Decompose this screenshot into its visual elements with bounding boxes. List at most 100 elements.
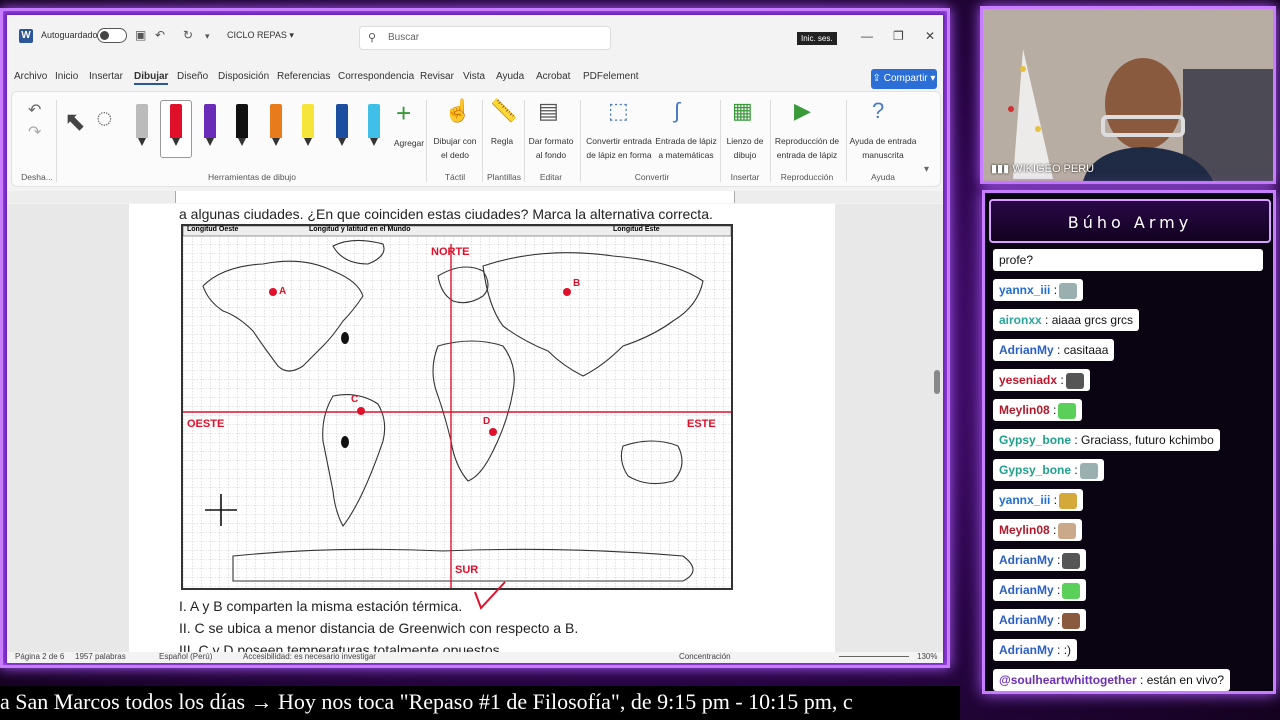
ink-to-shape-icon[interactable]: ⬚	[608, 98, 629, 124]
save-icon[interactable]: ▣	[135, 28, 146, 42]
yellow-highlighter-icon[interactable]	[302, 104, 314, 146]
menu-ayuda[interactable]: Ayuda	[496, 71, 524, 82]
ink-replay-label[interactable]: Reproducción de entrada de lápiz	[772, 134, 842, 162]
document-page[interactable]: a algunas ciudades. ¿En que coinciden es…	[129, 204, 835, 652]
chat-username[interactable]: AdrianMy	[999, 343, 1054, 357]
chat-username[interactable]: yannx_iii	[999, 283, 1050, 297]
search-input[interactable]: ⚲ Buscar	[359, 26, 611, 50]
lasso-select-icon[interactable]: ◌	[96, 102, 113, 134]
ribbon-separator	[580, 100, 581, 182]
chat-username[interactable]: yeseniadx	[999, 373, 1057, 387]
handwriting-help-label[interactable]: Ayuda de entrada manuscrita	[848, 134, 918, 162]
horizontal-ruler[interactable]	[7, 191, 943, 203]
customize-chevron-icon[interactable]: ▾	[205, 31, 210, 42]
answer-option-3: III. C y D poseen temperaturas totalment…	[179, 642, 504, 652]
sign-in-button[interactable]: Inic. ses.	[797, 32, 837, 45]
chat-message: Gypsy_bone : Graciass, futuro kchimbo	[993, 429, 1220, 451]
drawing-canvas-label[interactable]: Lienzo de dibujo	[722, 134, 768, 162]
menu-inicio[interactable]: Inicio	[55, 71, 78, 82]
chat-username[interactable]: @soulheartwhittogether	[999, 673, 1137, 687]
menu-pdfelement[interactable]: PDFelement	[583, 71, 639, 82]
ink-to-shape-label[interactable]: Convertir entrada de lápiz en forma	[584, 134, 654, 162]
chat-username[interactable]: AdrianMy	[999, 643, 1054, 657]
chat-text: :	[1049, 403, 1057, 417]
chat-message: AdrianMy :	[993, 549, 1087, 571]
menu-referencias[interactable]: Referencias	[277, 71, 330, 82]
blue-pen-icon[interactable]	[336, 104, 348, 146]
chat-username[interactable]: AdrianMy	[999, 553, 1054, 567]
zoom-slider[interactable]	[839, 656, 909, 657]
ruler-icon[interactable]: 📏	[490, 98, 517, 124]
chat-username[interactable]: Gypsy_bone	[999, 463, 1071, 477]
close-icon[interactable]: ✕	[925, 29, 935, 43]
chat-username[interactable]: Gypsy_bone	[999, 433, 1071, 447]
chat-username[interactable]: yannx_iii	[999, 493, 1050, 507]
ribbon-undo-icon[interactable]: ↶	[28, 100, 41, 120]
page-count[interactable]: Página 2 de 6	[15, 652, 64, 661]
accessibility-status[interactable]: Accesibilidad: es necesario investigar	[243, 652, 376, 661]
scrollbar-thumb[interactable]	[934, 370, 940, 394]
purple-pen-icon[interactable]	[204, 104, 216, 146]
menu-revisar[interactable]: Revisar	[420, 71, 454, 82]
language-status[interactable]: Español (Perú)	[159, 652, 212, 661]
chat-username[interactable]: aironxx	[999, 313, 1042, 327]
draw-with-finger-label[interactable]: Dibujar con el dedo	[430, 134, 480, 162]
ribbon-separator	[720, 100, 721, 182]
ink-to-math-icon[interactable]: ∫	[674, 98, 680, 124]
document-name[interactable]: CICLO REPAS ▾	[227, 30, 294, 41]
chat-username[interactable]: Meylin08	[999, 403, 1050, 417]
world-map-svg	[182, 225, 732, 588]
chat-username[interactable]: AdrianMy	[999, 613, 1054, 627]
vertical-scrollbar[interactable]	[933, 210, 941, 646]
red-pen-icon[interactable]	[170, 104, 182, 146]
restore-icon[interactable]: ❐	[893, 29, 904, 43]
menu-acrobat[interactable]: Acrobat	[536, 71, 570, 82]
emote-icon	[1079, 462, 1098, 479]
draw-with-finger-icon[interactable]: ☝	[444, 98, 471, 124]
emote-icon	[1065, 372, 1084, 389]
webcam-name-text: WIKIGEO PERU	[1012, 163, 1095, 175]
menu-vista[interactable]: Vista	[463, 71, 485, 82]
black-pen-icon[interactable]	[236, 104, 248, 146]
eraser-icon[interactable]	[136, 104, 148, 146]
select-cursor-icon[interactable]: ⬉	[64, 106, 86, 137]
group-help-label: Ayuda	[871, 172, 895, 182]
drawing-canvas-icon[interactable]: ▦	[732, 98, 753, 124]
orange-pen-icon[interactable]	[270, 104, 282, 146]
autosave-toggle[interactable]	[97, 28, 127, 43]
menu-insertar[interactable]: Insertar	[89, 71, 123, 82]
share-button[interactable]: ⇪ Compartir ▾	[871, 69, 937, 89]
group-convert-label: Convertir	[634, 172, 670, 182]
map-label-west: OESTE	[187, 418, 225, 430]
ruler-label[interactable]: Regla	[484, 134, 520, 148]
collapse-ribbon-icon[interactable]: ▾	[924, 164, 929, 175]
format-background-icon[interactable]: ▤	[538, 98, 559, 124]
zoom-level[interactable]: 130%	[917, 652, 937, 661]
redo-icon[interactable]: ↻	[183, 28, 193, 42]
menu-disposicion[interactable]: Disposición	[218, 71, 269, 82]
question-text: a algunas ciudades. ¿En que coinciden es…	[179, 206, 713, 222]
ribbon-separator	[56, 100, 57, 182]
map-point-d: D	[483, 416, 491, 427]
minimize-icon[interactable]: —	[861, 29, 873, 43]
map-label-east: ESTE	[687, 418, 716, 430]
ink-to-math-label[interactable]: Entrada de lápiz a matemáticas	[654, 134, 718, 162]
menu-diseno[interactable]: Diseño	[177, 71, 208, 82]
menu-dibujar[interactable]: Dibujar	[134, 71, 169, 85]
ribbon-redo-icon[interactable]: ↷	[28, 122, 41, 142]
cyan-highlighter-icon[interactable]	[368, 104, 380, 146]
chat-username[interactable]: AdrianMy	[999, 583, 1054, 597]
focus-mode-button[interactable]: Concentración	[679, 652, 731, 661]
undo-icon[interactable]: ↶	[155, 28, 165, 42]
handwriting-help-icon[interactable]: ?	[872, 98, 884, 124]
word-count[interactable]: 1957 palabras	[75, 652, 126, 661]
menu-archivo[interactable]: Archivo	[14, 71, 47, 82]
menu-bar: Archivo Inicio Insertar Dibujar Diseño D…	[7, 67, 943, 89]
news-ticker: a San Marcos todos los días → Hoy nos to…	[0, 686, 960, 720]
chat-username[interactable]: Meylin08	[999, 523, 1050, 537]
add-pen-icon[interactable]: +	[396, 98, 411, 129]
map-header-east: Longitud Este	[613, 226, 660, 233]
format-background-label[interactable]: Dar formato al fondo	[526, 134, 576, 162]
ink-replay-icon[interactable]: ▶	[794, 98, 811, 124]
menu-correspondencia[interactable]: Correspondencia	[338, 71, 414, 82]
